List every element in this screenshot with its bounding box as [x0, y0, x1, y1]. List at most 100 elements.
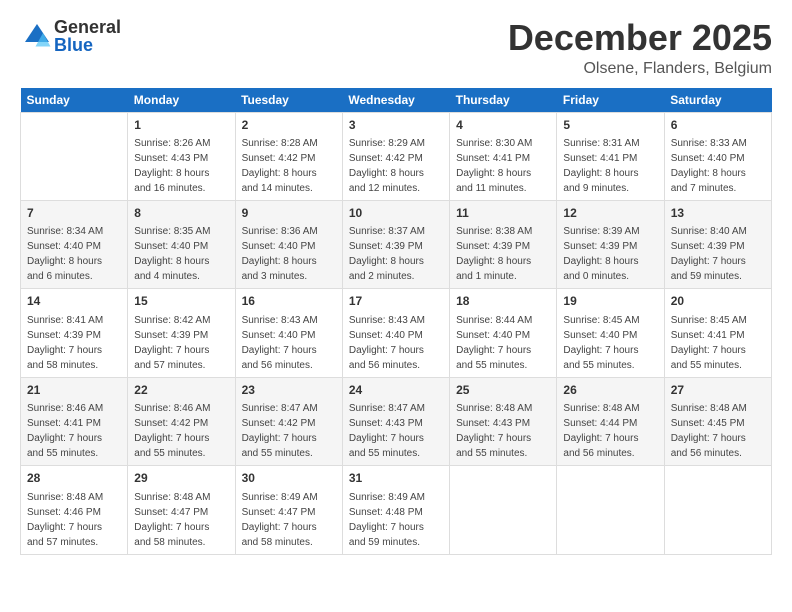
calendar-cell: 25 Sunrise: 8:48 AM Sunset: 4:43 PM Dayli…	[450, 377, 557, 465]
calendar-cell: 29 Sunrise: 8:48 AM Sunset: 4:47 PM Dayli…	[128, 466, 235, 554]
cell-content: Sunrise: 8:41 AM Sunset: 4:39 PM Dayligh…	[27, 313, 121, 373]
day-number: 11	[456, 205, 550, 222]
day-number: 18	[456, 293, 550, 310]
calendar-cell	[557, 466, 664, 554]
calendar-cell: 20 Sunrise: 8:45 AM Sunset: 4:41 PM Dayli…	[664, 289, 771, 377]
header-sunday: Sunday	[21, 88, 128, 113]
calendar-cell: 24 Sunrise: 8:47 AM Sunset: 4:43 PM Dayli…	[342, 377, 449, 465]
calendar-cell: 9Sunrise: 8:36 AM Sunset: 4:40 PM Daylig…	[235, 200, 342, 288]
day-number: 5	[563, 117, 657, 134]
calendar-cell: 26Sunrise: 8:48 AM Sunset: 4:44 PM Dayli…	[557, 377, 664, 465]
cell-content: Sunrise: 8:45 AM Sunset: 4:40 PM Dayligh…	[563, 313, 657, 373]
calendar-cell: 12 Sunrise: 8:39 AM Sunset: 4:39 PM Dayli…	[557, 200, 664, 288]
day-number: 21	[27, 382, 121, 399]
day-number: 26	[563, 382, 657, 399]
calendar-cell: 14 Sunrise: 8:41 AM Sunset: 4:39 PM Dayli…	[21, 289, 128, 377]
day-number: 30	[242, 470, 336, 487]
cell-content: Sunrise: 8:46 AM Sunset: 4:42 PM Dayligh…	[134, 401, 228, 461]
calendar-cell: 16Sunrise: 8:43 AM Sunset: 4:40 PM Dayli…	[235, 289, 342, 377]
cell-content: Sunrise: 8:37 AM Sunset: 4:39 PM Dayligh…	[349, 224, 443, 284]
day-number: 28	[27, 470, 121, 487]
calendar-cell: 17 Sunrise: 8:43 AM Sunset: 4:40 PM Dayli…	[342, 289, 449, 377]
header-friday: Friday	[557, 88, 664, 113]
day-number: 8	[134, 205, 228, 222]
calendar-cell: 31 Sunrise: 8:49 AM Sunset: 4:48 PM Dayli…	[342, 466, 449, 554]
calendar-cell: 13 Sunrise: 8:40 AM Sunset: 4:39 PM Dayli…	[664, 200, 771, 288]
cell-content: Sunrise: 8:38 AM Sunset: 4:39 PM Dayligh…	[456, 224, 550, 284]
day-number: 9	[242, 205, 336, 222]
calendar-cell	[21, 112, 128, 200]
cell-content: Sunrise: 8:46 AM Sunset: 4:41 PM Dayligh…	[27, 401, 121, 461]
cell-content: Sunrise: 8:43 AM Sunset: 4:40 PM Dayligh…	[242, 313, 336, 373]
day-number: 1	[134, 117, 228, 134]
subtitle: Olsene, Flanders, Belgium	[508, 60, 772, 78]
cell-content: Sunrise: 8:48 AM Sunset: 4:45 PM Dayligh…	[671, 401, 765, 461]
logo: General Blue	[20, 18, 121, 54]
day-number: 4	[456, 117, 550, 134]
cell-content: Sunrise: 8:40 AM Sunset: 4:39 PM Dayligh…	[671, 224, 765, 284]
day-number: 20	[671, 293, 765, 310]
cell-content: Sunrise: 8:26 AM Sunset: 4:43 PM Dayligh…	[134, 136, 228, 196]
logo-blue-text: Blue	[54, 36, 121, 54]
day-number: 24	[349, 382, 443, 399]
cell-content: Sunrise: 8:44 AM Sunset: 4:40 PM Dayligh…	[456, 313, 550, 373]
cell-content: Sunrise: 8:30 AM Sunset: 4:41 PM Dayligh…	[456, 136, 550, 196]
calendar-cell: 19 Sunrise: 8:45 AM Sunset: 4:40 PM Dayli…	[557, 289, 664, 377]
day-number: 2	[242, 117, 336, 134]
day-number: 31	[349, 470, 443, 487]
cell-content: Sunrise: 8:47 AM Sunset: 4:43 PM Dayligh…	[349, 401, 443, 461]
logo-general-text: General	[54, 18, 121, 36]
day-number: 29	[134, 470, 228, 487]
calendar-cell: 8 Sunrise: 8:35 AM Sunset: 4:40 PM Daylig…	[128, 200, 235, 288]
calendar-cell: 2 Sunrise: 8:28 AM Sunset: 4:42 PM Daylig…	[235, 112, 342, 200]
day-number: 6	[671, 117, 765, 134]
cell-content: Sunrise: 8:49 AM Sunset: 4:48 PM Dayligh…	[349, 490, 443, 550]
cell-content: Sunrise: 8:42 AM Sunset: 4:39 PM Dayligh…	[134, 313, 228, 373]
calendar-cell: 7Sunrise: 8:34 AM Sunset: 4:40 PM Daylig…	[21, 200, 128, 288]
calendar-cell	[450, 466, 557, 554]
cell-content: Sunrise: 8:28 AM Sunset: 4:42 PM Dayligh…	[242, 136, 336, 196]
calendar-cell: 1 Sunrise: 8:26 AM Sunset: 4:43 PM Daylig…	[128, 112, 235, 200]
calendar-cell: 5 Sunrise: 8:31 AM Sunset: 4:41 PM Daylig…	[557, 112, 664, 200]
header: General Blue December 2025 Olsene, Fland…	[20, 18, 772, 78]
main-title: December 2025	[508, 18, 772, 58]
day-number: 14	[27, 293, 121, 310]
calendar-cell: 6Sunrise: 8:33 AM Sunset: 4:40 PM Daylig…	[664, 112, 771, 200]
day-number: 12	[563, 205, 657, 222]
cell-content: Sunrise: 8:48 AM Sunset: 4:46 PM Dayligh…	[27, 490, 121, 550]
cell-content: Sunrise: 8:35 AM Sunset: 4:40 PM Dayligh…	[134, 224, 228, 284]
day-number: 10	[349, 205, 443, 222]
calendar-cell: 28 Sunrise: 8:48 AM Sunset: 4:46 PM Dayli…	[21, 466, 128, 554]
cell-content: Sunrise: 8:49 AM Sunset: 4:47 PM Dayligh…	[242, 490, 336, 550]
cell-content: Sunrise: 8:29 AM Sunset: 4:42 PM Dayligh…	[349, 136, 443, 196]
day-number: 13	[671, 205, 765, 222]
cell-content: Sunrise: 8:45 AM Sunset: 4:41 PM Dayligh…	[671, 313, 765, 373]
calendar-header-row: SundayMondayTuesdayWednesdayThursdayFrid…	[21, 88, 772, 113]
cell-content: Sunrise: 8:48 AM Sunset: 4:43 PM Dayligh…	[456, 401, 550, 461]
week-row-4: 28 Sunrise: 8:48 AM Sunset: 4:46 PM Dayli…	[21, 466, 772, 554]
day-number: 27	[671, 382, 765, 399]
calendar-cell	[664, 466, 771, 554]
calendar-cell: 27 Sunrise: 8:48 AM Sunset: 4:45 PM Dayli…	[664, 377, 771, 465]
cell-content: Sunrise: 8:48 AM Sunset: 4:47 PM Dayligh…	[134, 490, 228, 550]
calendar-cell: 30 Sunrise: 8:49 AM Sunset: 4:47 PM Dayli…	[235, 466, 342, 554]
header-tuesday: Tuesday	[235, 88, 342, 113]
cell-content: Sunrise: 8:43 AM Sunset: 4:40 PM Dayligh…	[349, 313, 443, 373]
calendar-cell: 11 Sunrise: 8:38 AM Sunset: 4:39 PM Dayli…	[450, 200, 557, 288]
header-monday: Monday	[128, 88, 235, 113]
calendar-cell: 15Sunrise: 8:42 AM Sunset: 4:39 PM Dayli…	[128, 289, 235, 377]
day-number: 25	[456, 382, 550, 399]
calendar-cell: 3 Sunrise: 8:29 AM Sunset: 4:42 PM Daylig…	[342, 112, 449, 200]
header-saturday: Saturday	[664, 88, 771, 113]
logo-icon	[22, 21, 52, 51]
day-number: 19	[563, 293, 657, 310]
cell-content: Sunrise: 8:39 AM Sunset: 4:39 PM Dayligh…	[563, 224, 657, 284]
calendar-cell: 10 Sunrise: 8:37 AM Sunset: 4:39 PM Dayli…	[342, 200, 449, 288]
day-number: 3	[349, 117, 443, 134]
logo-text: General Blue	[54, 18, 121, 54]
day-number: 7	[27, 205, 121, 222]
day-number: 22	[134, 382, 228, 399]
title-block: December 2025 Olsene, Flanders, Belgium	[508, 18, 772, 78]
day-number: 17	[349, 293, 443, 310]
cell-content: Sunrise: 8:31 AM Sunset: 4:41 PM Dayligh…	[563, 136, 657, 196]
